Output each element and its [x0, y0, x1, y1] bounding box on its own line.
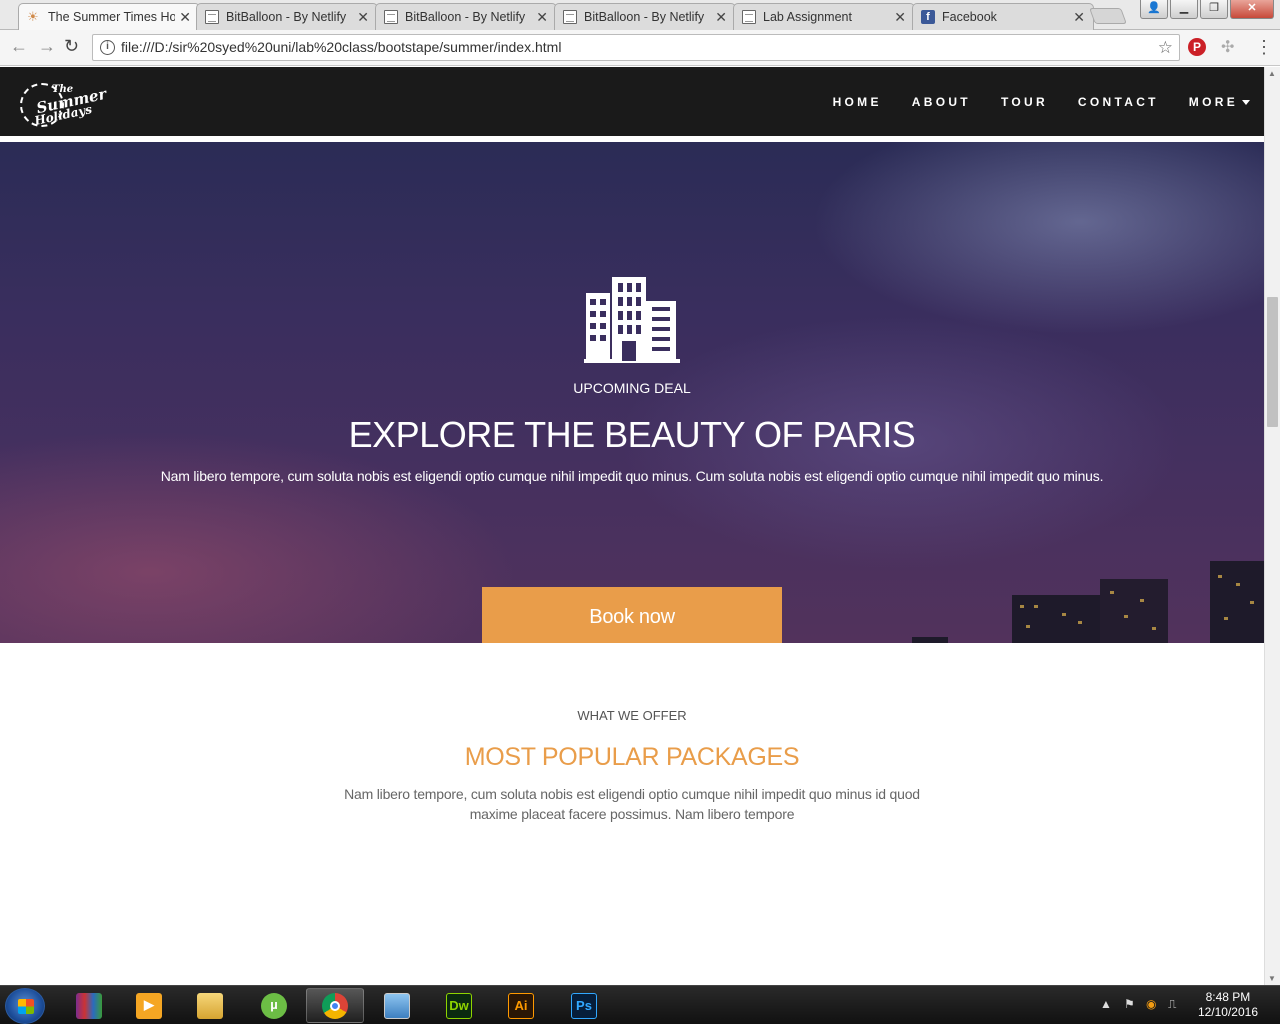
page-scrollbar[interactable]: ▲ ▼ [1264, 67, 1280, 985]
bookmark-star-icon[interactable]: ☆ [1158, 35, 1173, 60]
page-icon [205, 10, 219, 24]
close-tab-icon[interactable]: ✕ [715, 9, 727, 26]
action-center-flag-icon[interactable]: ⚑ [1124, 997, 1135, 1011]
file-explorer-icon[interactable] [181, 988, 239, 1023]
tab-lab-assignment[interactable]: Lab Assignment ✕ [733, 3, 915, 30]
building-icon [584, 277, 680, 363]
sun-icon: ☀ [27, 9, 39, 24]
restore-button[interactable]: ❐ [1200, 0, 1228, 19]
nav-more-label: MORE [1188, 95, 1238, 109]
close-tab-icon[interactable]: ✕ [536, 9, 548, 26]
browser-menu-icon[interactable]: ⋮ [1255, 37, 1273, 58]
tab-bitballoon-2[interactable]: BitBalloon - By Netlify ✕ [375, 3, 557, 30]
photoshop-icon[interactable]: Ps [555, 988, 613, 1023]
skyline-building [1012, 595, 1100, 643]
minimize-button[interactable]: ▁ [1170, 0, 1198, 19]
reload-icon[interactable]: ↻ [64, 36, 79, 57]
close-tab-icon[interactable]: ✕ [1073, 9, 1085, 26]
browser-tab-strip: ☀ The Summer Times Ho ✕ BitBalloon - By … [0, 0, 1280, 30]
tab-title: BitBalloon - By Netlify [226, 10, 347, 24]
nav-more[interactable]: MORE [1189, 95, 1250, 109]
skyline-building [1100, 579, 1168, 643]
book-now-button[interactable]: Book now [482, 587, 782, 643]
windows-taskbar: ▶ µ Dw Ai Ps ▲ ⚑ ◉ ⎍ 8:48 PM 12/10/2016 [0, 985, 1280, 1024]
network-icon[interactable]: ⎍ [1168, 997, 1176, 1012]
nav-contact[interactable]: CONTACT [1078, 95, 1159, 109]
nav-home[interactable]: HOME [833, 95, 882, 109]
browser-toolbar: ← → ↻ i file:///D:/sir%20syed%20uni/lab%… [0, 30, 1280, 66]
forward-icon[interactable]: → [38, 36, 56, 57]
page-viewport: The Summer Holidays HOME ABOUT TOUR CONT… [0, 67, 1264, 985]
nav-tour[interactable]: TOUR [1001, 95, 1048, 109]
page-icon [384, 10, 398, 24]
user-icon[interactable]: 👤 [1140, 0, 1168, 19]
system-tray: ▲ ⚑ ◉ ⎍ 8:48 PM 12/10/2016 [1090, 986, 1280, 1024]
clock-date: 12/10/2016 [1197, 1005, 1258, 1019]
page-icon [742, 10, 756, 24]
show-hidden-icons[interactable]: ▲ [1100, 997, 1112, 1011]
info-icon[interactable]: i [100, 40, 115, 55]
page-icon [563, 10, 577, 24]
utorrent-icon[interactable]: µ [245, 988, 303, 1023]
facebook-icon: f [921, 10, 935, 24]
hero-title: EXPLORE THE BEAUTY OF PARIS [348, 414, 916, 455]
update-icon[interactable]: ◉ [1146, 997, 1156, 1011]
tab-bitballoon-1[interactable]: BitBalloon - By Netlify ✕ [196, 3, 378, 30]
tab-title: BitBalloon - By Netlify [584, 10, 705, 24]
back-icon[interactable]: ← [10, 36, 28, 57]
close-tab-icon[interactable]: ✕ [357, 9, 369, 26]
start-button[interactable] [5, 988, 45, 1024]
pinterest-icon[interactable]: P [1188, 38, 1206, 56]
scrollbar-thumb[interactable] [1267, 297, 1278, 427]
skyline-building [912, 637, 948, 643]
tab-title: BitBalloon - By Netlify [405, 10, 526, 24]
tab-summer-times[interactable]: ☀ The Summer Times Ho ✕ [18, 3, 200, 30]
caret-down-icon [1242, 100, 1250, 106]
tab-facebook[interactable]: f Facebook ✕ [912, 3, 1094, 30]
tab-title: The Summer Times Ho [48, 10, 176, 24]
photo-viewer-icon[interactable] [368, 988, 426, 1023]
dreamweaver-icon[interactable]: Dw [430, 988, 488, 1023]
close-window-button[interactable]: ✕ [1230, 0, 1274, 19]
tab-bitballoon-3[interactable]: BitBalloon - By Netlify ✕ [554, 3, 736, 30]
url-text: file:///D:/sir%20syed%20uni/lab%20class/… [121, 39, 562, 55]
new-tab-button[interactable] [1089, 8, 1127, 24]
skyline-building [1210, 561, 1264, 643]
site-logo[interactable]: The Summer Holidays [18, 77, 108, 133]
nav-about[interactable]: ABOUT [912, 95, 971, 109]
offer-title: MOST POPULAR PACKAGES [464, 743, 800, 771]
hero-kicker: UPCOMING DEAL [573, 380, 691, 396]
close-tab-icon[interactable]: ✕ [894, 9, 906, 26]
close-tab-icon[interactable]: ✕ [179, 9, 191, 26]
tab-title: Facebook [942, 10, 997, 24]
address-bar[interactable]: i file:///D:/sir%20syed%20uni/lab%20clas… [92, 34, 1180, 61]
media-player-icon[interactable]: ▶ [120, 988, 178, 1023]
window-controls: 👤 ▁ ❐ ✕ [1140, 0, 1274, 20]
site-navbar: The Summer Holidays HOME ABOUT TOUR CONT… [0, 67, 1264, 139]
winrar-icon[interactable] [60, 988, 118, 1023]
system-clock[interactable]: 8:48 PM 12/10/2016 [1198, 990, 1258, 1020]
chrome-icon[interactable] [306, 988, 364, 1023]
illustrator-icon[interactable]: Ai [492, 988, 550, 1023]
clock-time: 8:48 PM [1205, 990, 1251, 1004]
tab-title: Lab Assignment [763, 10, 852, 24]
main-menu: HOME ABOUT TOUR CONTACT MORE [833, 95, 1250, 109]
scroll-up-icon[interactable]: ▲ [1268, 69, 1276, 78]
hero-description: Nam libero tempore, cum soluta nobis est… [160, 468, 1104, 484]
scroll-down-icon[interactable]: ▼ [1268, 974, 1276, 983]
offer-description: Nam libero tempore, cum soluta nobis est… [344, 786, 920, 822]
offer-kicker: WHAT WE OFFER [577, 708, 687, 723]
hero-section: UPCOMING DEAL EXPLORE THE BEAUTY OF PARI… [0, 142, 1264, 643]
extension-icon[interactable]: ✣ [1221, 37, 1234, 57]
